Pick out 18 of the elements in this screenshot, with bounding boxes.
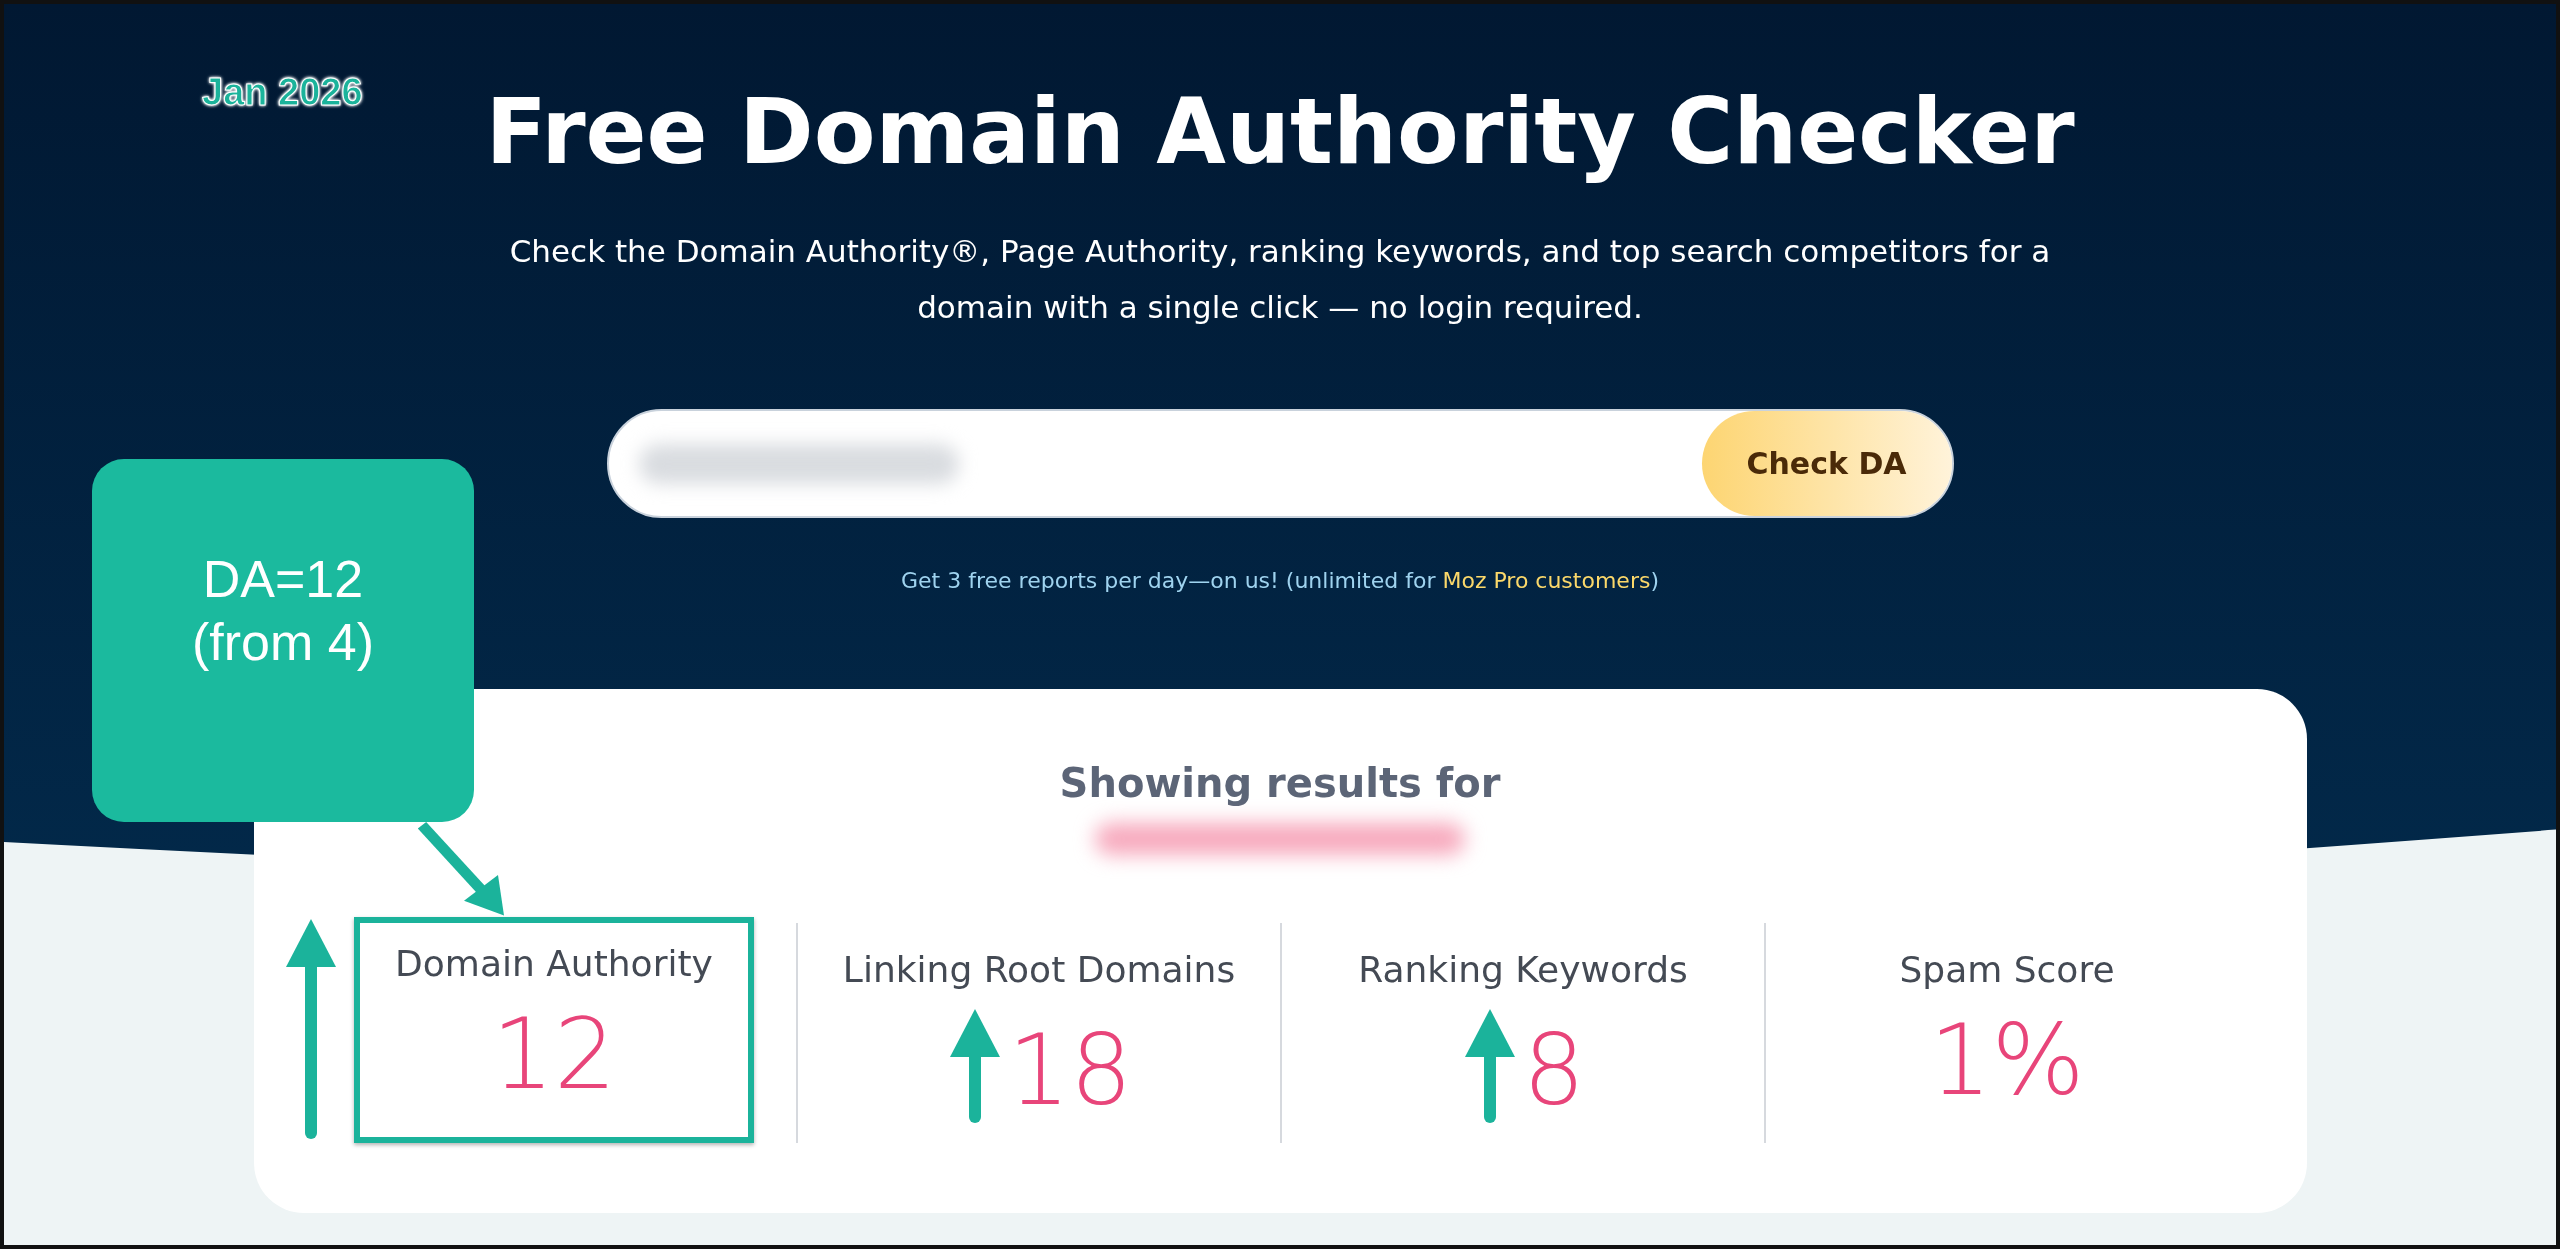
metric-label: Ranking Keywords	[1358, 948, 1688, 992]
page-subtitle: Check the Domain Authority®, Page Authority, ranking keywords, and top search competitors for a domain with a single click — no login required.	[508, 232, 2052, 327]
callout-text: DA=12	[202, 549, 364, 611]
free-reports-note: Get 3 free reports per day—on us! (unlimited for Moz Pro customers)	[901, 567, 1659, 595]
moz-pro-link[interactable]: Moz Pro customers	[1442, 568, 1651, 593]
metric-label: Domain Authority	[395, 942, 713, 986]
metric-value: 1%	[1929, 1007, 2085, 1115]
metric-label: Spam Score	[1899, 948, 2115, 992]
metric-label: Linking Root Domains	[842, 948, 1236, 992]
check-da-button[interactable]: Check DA	[1701, 411, 1952, 516]
metric-value: 18	[1007, 1017, 1133, 1125]
results-heading: Showing results for	[1059, 759, 1501, 807]
callout-text: (from 4)	[192, 611, 374, 673]
page-title: Free Domain Authority Checker	[485, 82, 2075, 181]
metric-value: 8	[1522, 1017, 1586, 1125]
metric-value: 12	[491, 1001, 617, 1109]
domain-input-field[interactable]: Check DA	[606, 409, 1954, 518]
date-label: Jan 2026	[202, 70, 363, 115]
